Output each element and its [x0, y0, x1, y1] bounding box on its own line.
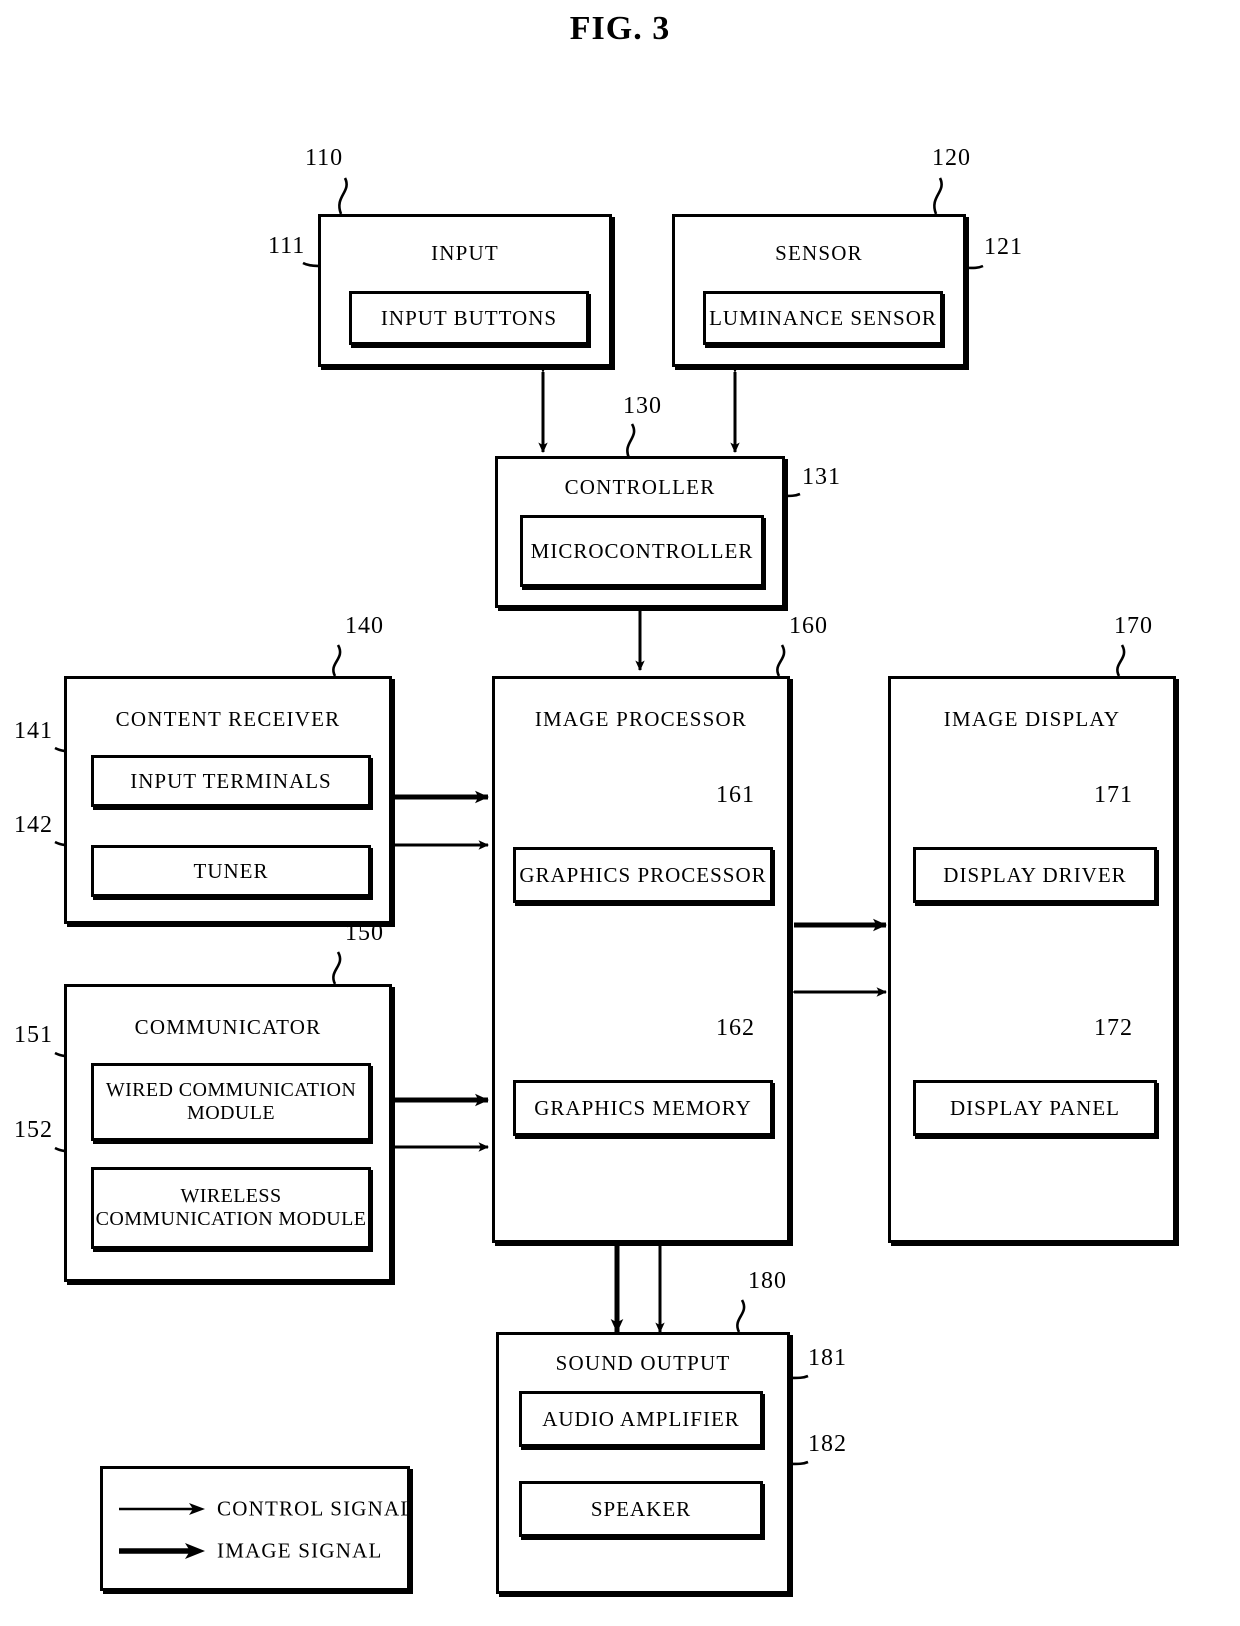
ref-151: 151	[14, 1022, 53, 1048]
legend-label-control-signal: CONTROL SIGNAL	[217, 1496, 415, 1521]
ref-111: 111	[268, 233, 306, 259]
block-audio-amplifier-label: AUDIO AMPLIFIER	[542, 1406, 740, 1431]
block-display-panel-label: DISPLAY PANEL	[950, 1095, 1120, 1120]
block-wireless-communication-module-label: WIRELESS COMMUNICATION MODULE	[95, 1185, 367, 1230]
block-wireless-communication-module[interactable]: WIRELESS COMMUNICATION MODULE	[91, 1167, 371, 1249]
legend-item-control-signal: CONTROL SIGNAL	[117, 1491, 413, 1527]
ref-160: 160	[789, 613, 828, 639]
block-image-processor-title: IMAGE PROCESSOR	[534, 707, 748, 731]
block-input-buttons-label: INPUT BUTTONS	[380, 305, 558, 330]
ref-140: 140	[345, 613, 384, 639]
block-content-receiver-title: CONTENT RECEIVER	[115, 707, 341, 731]
block-controller[interactable]: CONTROLLER MICROCONTROLLER	[495, 456, 785, 608]
block-display-panel[interactable]: DISPLAY PANEL	[913, 1080, 1157, 1136]
block-graphics-memory[interactable]: GRAPHICS MEMORY	[513, 1080, 773, 1136]
ref-182: 182	[808, 1431, 847, 1457]
ref-152: 152	[14, 1117, 53, 1143]
ref-142: 142	[14, 812, 53, 838]
block-graphics-processor[interactable]: GRAPHICS PROCESSOR	[513, 847, 773, 903]
ref-172: 172	[1094, 1015, 1133, 1041]
ref-130: 130	[623, 393, 662, 419]
ref-121: 121	[984, 234, 1023, 260]
ref-170: 170	[1114, 613, 1153, 639]
block-luminance-sensor[interactable]: LUMINANCE SENSOR	[703, 291, 943, 345]
ref-180: 180	[748, 1268, 787, 1294]
block-tuner-label: TUNER	[193, 858, 269, 883]
block-microcontroller-label: MICROCONTROLLER	[530, 538, 754, 563]
ref-141: 141	[14, 718, 53, 744]
block-sensor[interactable]: SENSOR LUMINANCE SENSOR	[672, 214, 966, 367]
control-signal-arrow-icon	[119, 1503, 205, 1515]
figure-page: FIG. 3 INPUT INPUT BUTTONS 110 111 SENSO…	[0, 0, 1240, 1626]
ref-171: 171	[1094, 782, 1133, 808]
block-wired-communication-module[interactable]: WIRED COMMUNICATION MODULE	[91, 1063, 371, 1141]
block-graphics-memory-label: GRAPHICS MEMORY	[534, 1095, 752, 1120]
legend: CONTROL SIGNAL IMAGE SIGNAL	[100, 1466, 413, 1591]
ref-181: 181	[808, 1345, 847, 1371]
image-signal-arrow-icon	[119, 1543, 205, 1559]
ref-150: 150	[345, 920, 384, 946]
legend-item-image-signal: IMAGE SIGNAL	[117, 1533, 407, 1569]
ref-110: 110	[305, 145, 344, 171]
figure-title: FIG. 3	[569, 10, 671, 47]
block-graphics-processor-label: GRAPHICS PROCESSOR	[519, 862, 767, 887]
block-image-display[interactable]: IMAGE DISPLAY DISPLAY DRIVER DISPLAY PAN…	[888, 676, 1176, 1243]
block-image-processor[interactable]: IMAGE PROCESSOR GRAPHICS PROCESSOR GRAPH…	[492, 676, 790, 1243]
block-display-driver[interactable]: DISPLAY DRIVER	[913, 847, 1157, 903]
block-speaker-label: SPEAKER	[590, 1496, 692, 1521]
block-input-terminals-label: INPUT TERMINALS	[130, 768, 332, 793]
block-input-buttons[interactable]: INPUT BUTTONS	[349, 291, 589, 345]
block-microcontroller[interactable]: MICROCONTROLLER	[520, 515, 764, 587]
block-speaker[interactable]: SPEAKER	[519, 1481, 763, 1537]
block-sensor-title: SENSOR	[775, 241, 863, 265]
block-wired-communication-module-label: WIRED COMMUNICATION MODULE	[105, 1079, 357, 1124]
block-sound-output-title: SOUND OUTPUT	[555, 1351, 731, 1375]
ref-120: 120	[932, 145, 971, 171]
ref-162: 162	[716, 1015, 755, 1041]
ref-161: 161	[716, 782, 755, 808]
block-content-receiver[interactable]: CONTENT RECEIVER INPUT TERMINALS TUNER	[64, 676, 392, 924]
block-input-title: INPUT	[431, 241, 499, 265]
block-communicator-title: COMMUNICATOR	[134, 1015, 322, 1039]
block-input[interactable]: INPUT INPUT BUTTONS	[318, 214, 612, 367]
block-image-display-title: IMAGE DISPLAY	[943, 707, 1121, 731]
block-display-driver-label: DISPLAY DRIVER	[943, 862, 1127, 887]
block-input-terminals[interactable]: INPUT TERMINALS	[91, 755, 371, 807]
block-sound-output[interactable]: SOUND OUTPUT AUDIO AMPLIFIER SPEAKER	[496, 1332, 790, 1594]
block-controller-title: CONTROLLER	[564, 475, 716, 499]
block-communicator[interactable]: COMMUNICATOR WIRED COMMUNICATION MODULE …	[64, 984, 392, 1282]
block-audio-amplifier[interactable]: AUDIO AMPLIFIER	[519, 1391, 763, 1447]
ref-131: 131	[802, 464, 841, 490]
legend-label-image-signal: IMAGE SIGNAL	[217, 1538, 383, 1563]
block-tuner[interactable]: TUNER	[91, 845, 371, 897]
block-luminance-sensor-label: LUMINANCE SENSOR	[709, 305, 937, 330]
